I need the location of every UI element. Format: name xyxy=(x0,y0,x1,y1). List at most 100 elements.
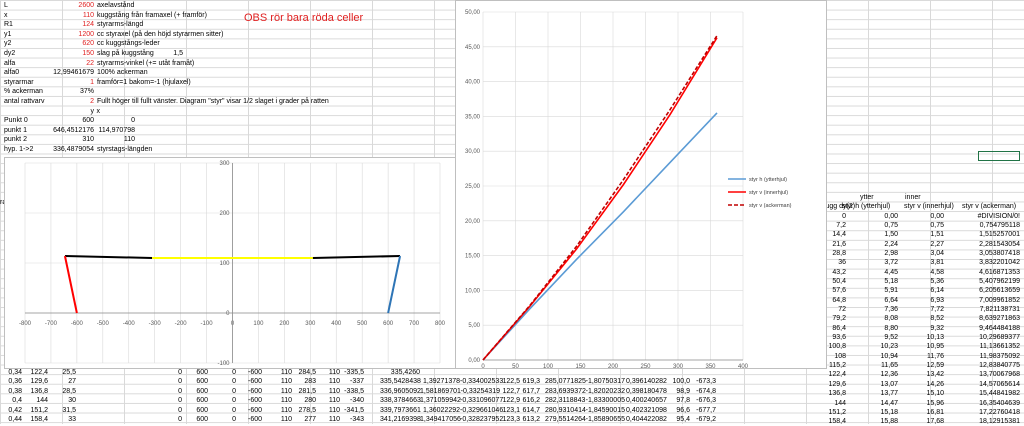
right-table-cell: 15,10 xyxy=(926,390,944,398)
bottom-cell: 617,7 xyxy=(522,387,540,395)
right-table-cell: 151,2 xyxy=(828,408,846,416)
bottom-cell: -1,82020232 xyxy=(585,387,625,395)
y-tick-label: 5,00 xyxy=(468,323,480,329)
bottom-cell: -673,3 xyxy=(696,378,716,386)
right-table-cell: 14,26 xyxy=(926,380,944,388)
right-table-cell: 6,205613659 xyxy=(979,287,1020,295)
right-table-cell: 6,93 xyxy=(930,296,944,304)
param-desc: styrarms-längd xyxy=(97,21,144,29)
bottom-cell: -1,83300005 xyxy=(585,397,625,405)
bottom-cell: -338,5 xyxy=(344,387,364,395)
point-x: 114,970798 xyxy=(98,126,135,134)
bottom-cell: 283,6939372 xyxy=(545,387,586,395)
bottom-cell: 1,349417056 xyxy=(420,416,461,423)
param-desc: 100% ackerman xyxy=(97,69,148,77)
right-table-cell: 4,616871353 xyxy=(979,268,1020,276)
param-value: 110 xyxy=(82,11,94,19)
right-table-cell: 18,12915381 xyxy=(979,418,1020,426)
right-table-header: styr h (ytterhjul) xyxy=(842,203,891,210)
right-table-cell: 9,464484188 xyxy=(979,324,1020,332)
right-table-cell: 7,821138731 xyxy=(979,306,1020,313)
y-tick-label: 50,00 xyxy=(465,10,481,16)
y-tick-label: 40,00 xyxy=(465,80,481,86)
bottom-cell: 339,7973661 xyxy=(380,406,421,414)
right-table-cell: 136,8 xyxy=(828,390,846,398)
right-table-cell: 3,04 xyxy=(930,249,944,257)
bottom-cell: 285,0771825 xyxy=(545,378,586,386)
right-table-cell: 3,832201042 xyxy=(979,259,1020,267)
x-tick-label: 500 xyxy=(357,321,368,327)
right-table-cell: 5,407962199 xyxy=(979,277,1020,285)
bottom-cell: 33 xyxy=(68,416,76,423)
right-table-cell: 15,96 xyxy=(926,399,944,407)
param-value: 12,99461679 xyxy=(53,69,94,77)
bottom-cell: -337 xyxy=(349,378,364,386)
y-tick-label: 15,00 xyxy=(465,254,481,260)
x-tick-label: 200 xyxy=(279,321,290,327)
bottom-cell: 1,371059942 xyxy=(420,397,461,405)
bottom-cell: -1,85890655 xyxy=(585,416,625,423)
bottom-cell: 619,3 xyxy=(522,378,540,386)
bottom-cell: -674,8 xyxy=(696,387,716,395)
right-table-cell: 9,32 xyxy=(930,324,944,332)
x-tick-label: -700 xyxy=(45,321,58,327)
y-tick-label: 100 xyxy=(219,261,230,267)
bottom-cell: 614,7 xyxy=(522,406,540,414)
bottom-cell: 338,3784663 xyxy=(380,397,421,405)
right-table-cell: 17,68 xyxy=(926,418,944,426)
bottom-cell: 279,5514264 xyxy=(545,416,586,423)
right-table-cell: #DIVISION/0! xyxy=(977,212,1020,220)
x-tick-label: 300 xyxy=(673,364,684,368)
point-x: 0 xyxy=(131,117,135,125)
x-tick-label: -100 xyxy=(201,321,214,327)
series-line xyxy=(312,255,401,259)
bottom-cell: -1,84590015 xyxy=(585,406,625,414)
x-tick-label: 250 xyxy=(640,364,651,368)
y-tick-label: 25,00 xyxy=(465,184,481,190)
x-tick-label: 0 xyxy=(481,364,485,368)
selected-cell[interactable] xyxy=(978,151,1020,161)
right-table-cell: 8,52 xyxy=(930,315,944,323)
right-table-cell: 10,13 xyxy=(926,334,944,342)
bottom-cell: 616,2 xyxy=(522,397,540,405)
right-table-cell: 11,76 xyxy=(927,352,944,360)
geometry-chart[interactable]: -800 -700 -600 -500 -400 -300 -200 -100 0 100 200 3… xyxy=(4,157,456,369)
bottom-cell: -679,2 xyxy=(696,416,716,423)
x-tick-label: 100 xyxy=(253,321,264,327)
series-line xyxy=(64,255,153,259)
obs-note: OBS rör bara röda celler xyxy=(244,12,364,24)
right-table-cell: 13,70067968 xyxy=(979,371,1020,379)
x-tick-label: 50 xyxy=(512,364,519,368)
x-tick-label: 300 xyxy=(305,321,316,327)
right-table-cell: 12,83840775 xyxy=(979,362,1020,370)
right-table-cell: 16,35404639 xyxy=(979,399,1020,407)
x-tick-label: 800 xyxy=(435,321,446,327)
right-table-cell: 0,00 xyxy=(930,212,944,220)
steering-chart[interactable]: 0 50 100 150 200 250 300 350 400 50,00 45,00 40,00 3… xyxy=(455,0,827,370)
x-tick-label: 200 xyxy=(608,364,619,368)
right-table-cell: 15,44841982 xyxy=(979,390,1020,398)
bottom-cell: -343 xyxy=(349,416,364,423)
point-y: 336,4879054 xyxy=(53,146,94,153)
x-tick-label: -300 xyxy=(149,321,162,327)
bottom-cell: 336,9605092 xyxy=(380,387,421,395)
param-desc: cc kuggstångs-leder xyxy=(97,40,160,48)
right-table-cell: 7,72 xyxy=(930,306,944,313)
ytter-label: ytter xyxy=(860,194,874,201)
right-table-cell: 10,95 xyxy=(926,343,944,351)
bottom-cell: 280,9310414 xyxy=(545,406,586,414)
param-value: 150 xyxy=(82,50,94,57)
y-tick-label: 0 xyxy=(226,311,230,317)
bottom-cell: -676,3 xyxy=(696,397,716,405)
x-tick-label: 150 xyxy=(575,364,586,368)
bottom-cell: 282,3118843 xyxy=(545,397,586,405)
right-table-cell: 16,81 xyxy=(926,408,944,416)
bottom-cell: -677,7 xyxy=(696,406,716,414)
right-table-cell: 0,754795118 xyxy=(979,221,1020,229)
right-table-cell: 17,22760418 xyxy=(979,408,1020,416)
param-desc: kuggstång från framaxel (+ framför) xyxy=(97,11,207,19)
inner-label: inner xyxy=(905,194,921,201)
right-table-cell: 1,51 xyxy=(930,231,944,239)
right-table-cell: 158,4 xyxy=(828,418,846,426)
right-table-cell: 144 xyxy=(834,399,846,407)
